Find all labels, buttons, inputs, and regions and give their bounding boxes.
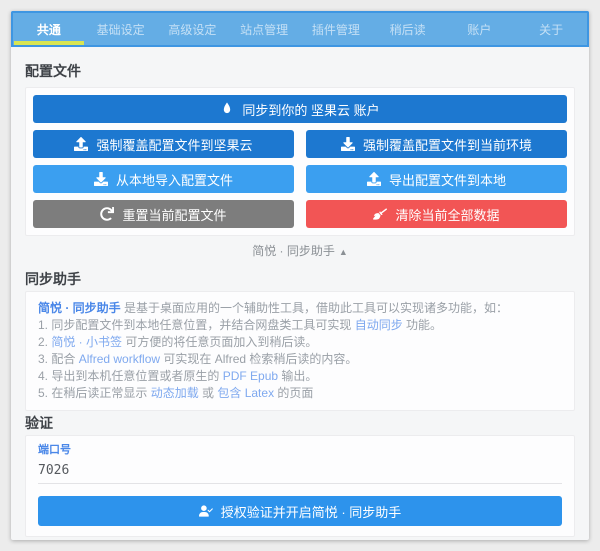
authorize-button[interactable]: 授权验证并开启简悦 · 同步助手: [38, 496, 562, 526]
inline-link[interactable]: 动态加载: [151, 386, 199, 400]
sync-nutstore-label: 同步到你的 坚果云 账户: [242, 100, 379, 119]
authorize-button-label: 授权验证并开启简悦 · 同步助手: [221, 502, 402, 521]
reset-icon: [100, 207, 114, 221]
feature-item: 4. 导出到本机任意位置或者原生的 PDF Epub 输出。: [38, 368, 562, 385]
chevron-up-icon: ▲: [339, 247, 348, 257]
feature-list: 1. 同步配置文件到本地任意位置，并结合网盘类工具可实现 自动同步 功能。2. …: [38, 317, 562, 402]
tab-bar: 共通基础设定高级设定站点管理插件管理稍后读账户关于: [11, 11, 589, 47]
import-local-button[interactable]: 从本地导入配置文件: [33, 165, 294, 193]
tab-account[interactable]: 账户: [444, 13, 516, 45]
settings-content: 配置文件 同步到你的 坚果云 账户 强制覆盖配置文件到坚果云 强制覆盖配置文件到当…: [11, 47, 589, 537]
tab-about[interactable]: 关于: [515, 13, 587, 45]
button-label: 强制覆盖配置文件到坚果云: [96, 135, 252, 154]
text-run: 3. 配合: [38, 352, 79, 366]
assistant-intro: 简悦 · 同步助手 是基于桌面应用的一个辅助性工具，借助此工具可以实现诸多功能，…: [38, 300, 562, 317]
assistant-collapse-toggle[interactable]: 简悦 · 同步助手 ▲: [25, 236, 575, 267]
inline-link[interactable]: 简悦 · 小书签: [51, 335, 122, 349]
feature-item: 1. 同步配置文件到本地任意位置，并结合网盘类工具可实现 自动同步 功能。: [38, 317, 562, 334]
force-upload-nutstore-button[interactable]: 强制覆盖配置文件到坚果云: [33, 130, 294, 158]
section-title-profile: 配置文件: [25, 63, 575, 79]
export-local-button[interactable]: 导出配置文件到本地: [306, 165, 567, 193]
tab-advanced[interactable]: 高级设定: [157, 13, 229, 45]
text-run: 1. 同步配置文件到本地任意位置，并结合网盘类工具可实现: [38, 318, 355, 332]
verify-card: 端口号 授权验证并开启简悦 · 同步助手: [25, 435, 575, 537]
feature-item: 2. 简悦 · 小书签 可方便的将任意页面加入到稍后读。: [38, 334, 562, 351]
inline-link[interactable]: 简悦 · 同步助手: [38, 301, 121, 315]
tab-basic[interactable]: 基础设定: [85, 13, 157, 45]
text-run: 2.: [38, 335, 51, 349]
text-run: 输出。: [278, 369, 317, 383]
tab-read-later[interactable]: 稍后读: [372, 13, 444, 45]
profile-button-grid: 强制覆盖配置文件到坚果云 强制覆盖配置文件到当前环境从本地导入配置文件 导出配置文件…: [33, 130, 567, 228]
text-run: 的页面: [274, 386, 313, 400]
force-apply-current-button[interactable]: 强制覆盖配置文件到当前环境: [306, 130, 567, 158]
sync-nutstore-button[interactable]: 同步到你的 坚果云 账户: [33, 95, 567, 123]
text-run: 可实现在 Alfred 检索稍后读的内容。: [160, 352, 357, 366]
clean-icon: [373, 207, 387, 221]
tab-common[interactable]: 共通: [13, 13, 85, 45]
collapse-toggle-label: 简悦 · 同步助手: [252, 244, 335, 258]
button-label: 重置当前配置文件: [122, 205, 226, 224]
assistant-help-card: 简悦 · 同步助手 是基于桌面应用的一个辅助性工具，借助此工具可以实现诸多功能，…: [25, 291, 575, 411]
user-check-icon: [199, 504, 213, 518]
section-title-verify: 验证: [25, 415, 575, 431]
settings-window: 共通基础设定高级设定站点管理插件管理稍后读账户关于 配置文件 同步到你的 坚果云…: [11, 11, 589, 540]
text-run: 或: [199, 386, 218, 400]
inline-link[interactable]: 自动同步: [355, 318, 403, 332]
inline-link[interactable]: 包含 Latex: [217, 386, 274, 400]
port-label: 端口号: [38, 444, 562, 456]
button-label: 强制覆盖配置文件到当前环境: [363, 135, 532, 154]
text-run: 是基于桌面应用的一个辅助性工具，借助此工具可以实现诸多功能，如：: [121, 301, 508, 315]
download-icon: [341, 137, 355, 151]
feature-item: 5. 在稍后读正常显示 动态加载 或 包含 Latex 的页面: [38, 385, 562, 402]
export-icon: [367, 172, 381, 186]
button-label: 导出配置文件到本地: [389, 170, 506, 189]
inline-link[interactable]: Alfred workflow: [79, 352, 160, 366]
text-run: 4. 导出到本机任意位置或者原生的: [38, 369, 223, 383]
section-title-assistant: 同步助手: [25, 271, 575, 287]
reset-config-button[interactable]: 重置当前配置文件: [33, 200, 294, 228]
nutstore-icon: [220, 102, 234, 116]
tab-plugins[interactable]: 插件管理: [300, 13, 372, 45]
feature-item: 3. 配合 Alfred workflow 可实现在 Alfred 检索稍后读的…: [38, 351, 562, 368]
profile-card: 同步到你的 坚果云 账户 强制覆盖配置文件到坚果云 强制覆盖配置文件到当前环境从本…: [25, 87, 575, 236]
button-label: 清除当前全部数据: [395, 205, 499, 224]
port-input[interactable]: [38, 460, 562, 484]
text-run: 5. 在稍后读正常显示: [38, 386, 151, 400]
upload-icon: [74, 137, 88, 151]
import-icon: [94, 172, 108, 186]
clear-data-button[interactable]: 清除当前全部数据: [306, 200, 567, 228]
inline-link[interactable]: PDF Epub: [223, 369, 278, 383]
text-run: 功能。: [403, 318, 442, 332]
text-run: 可方便的将任意页面加入到稍后读。: [122, 335, 317, 349]
tab-sites[interactable]: 站点管理: [228, 13, 300, 45]
button-label: 从本地导入配置文件: [116, 170, 233, 189]
